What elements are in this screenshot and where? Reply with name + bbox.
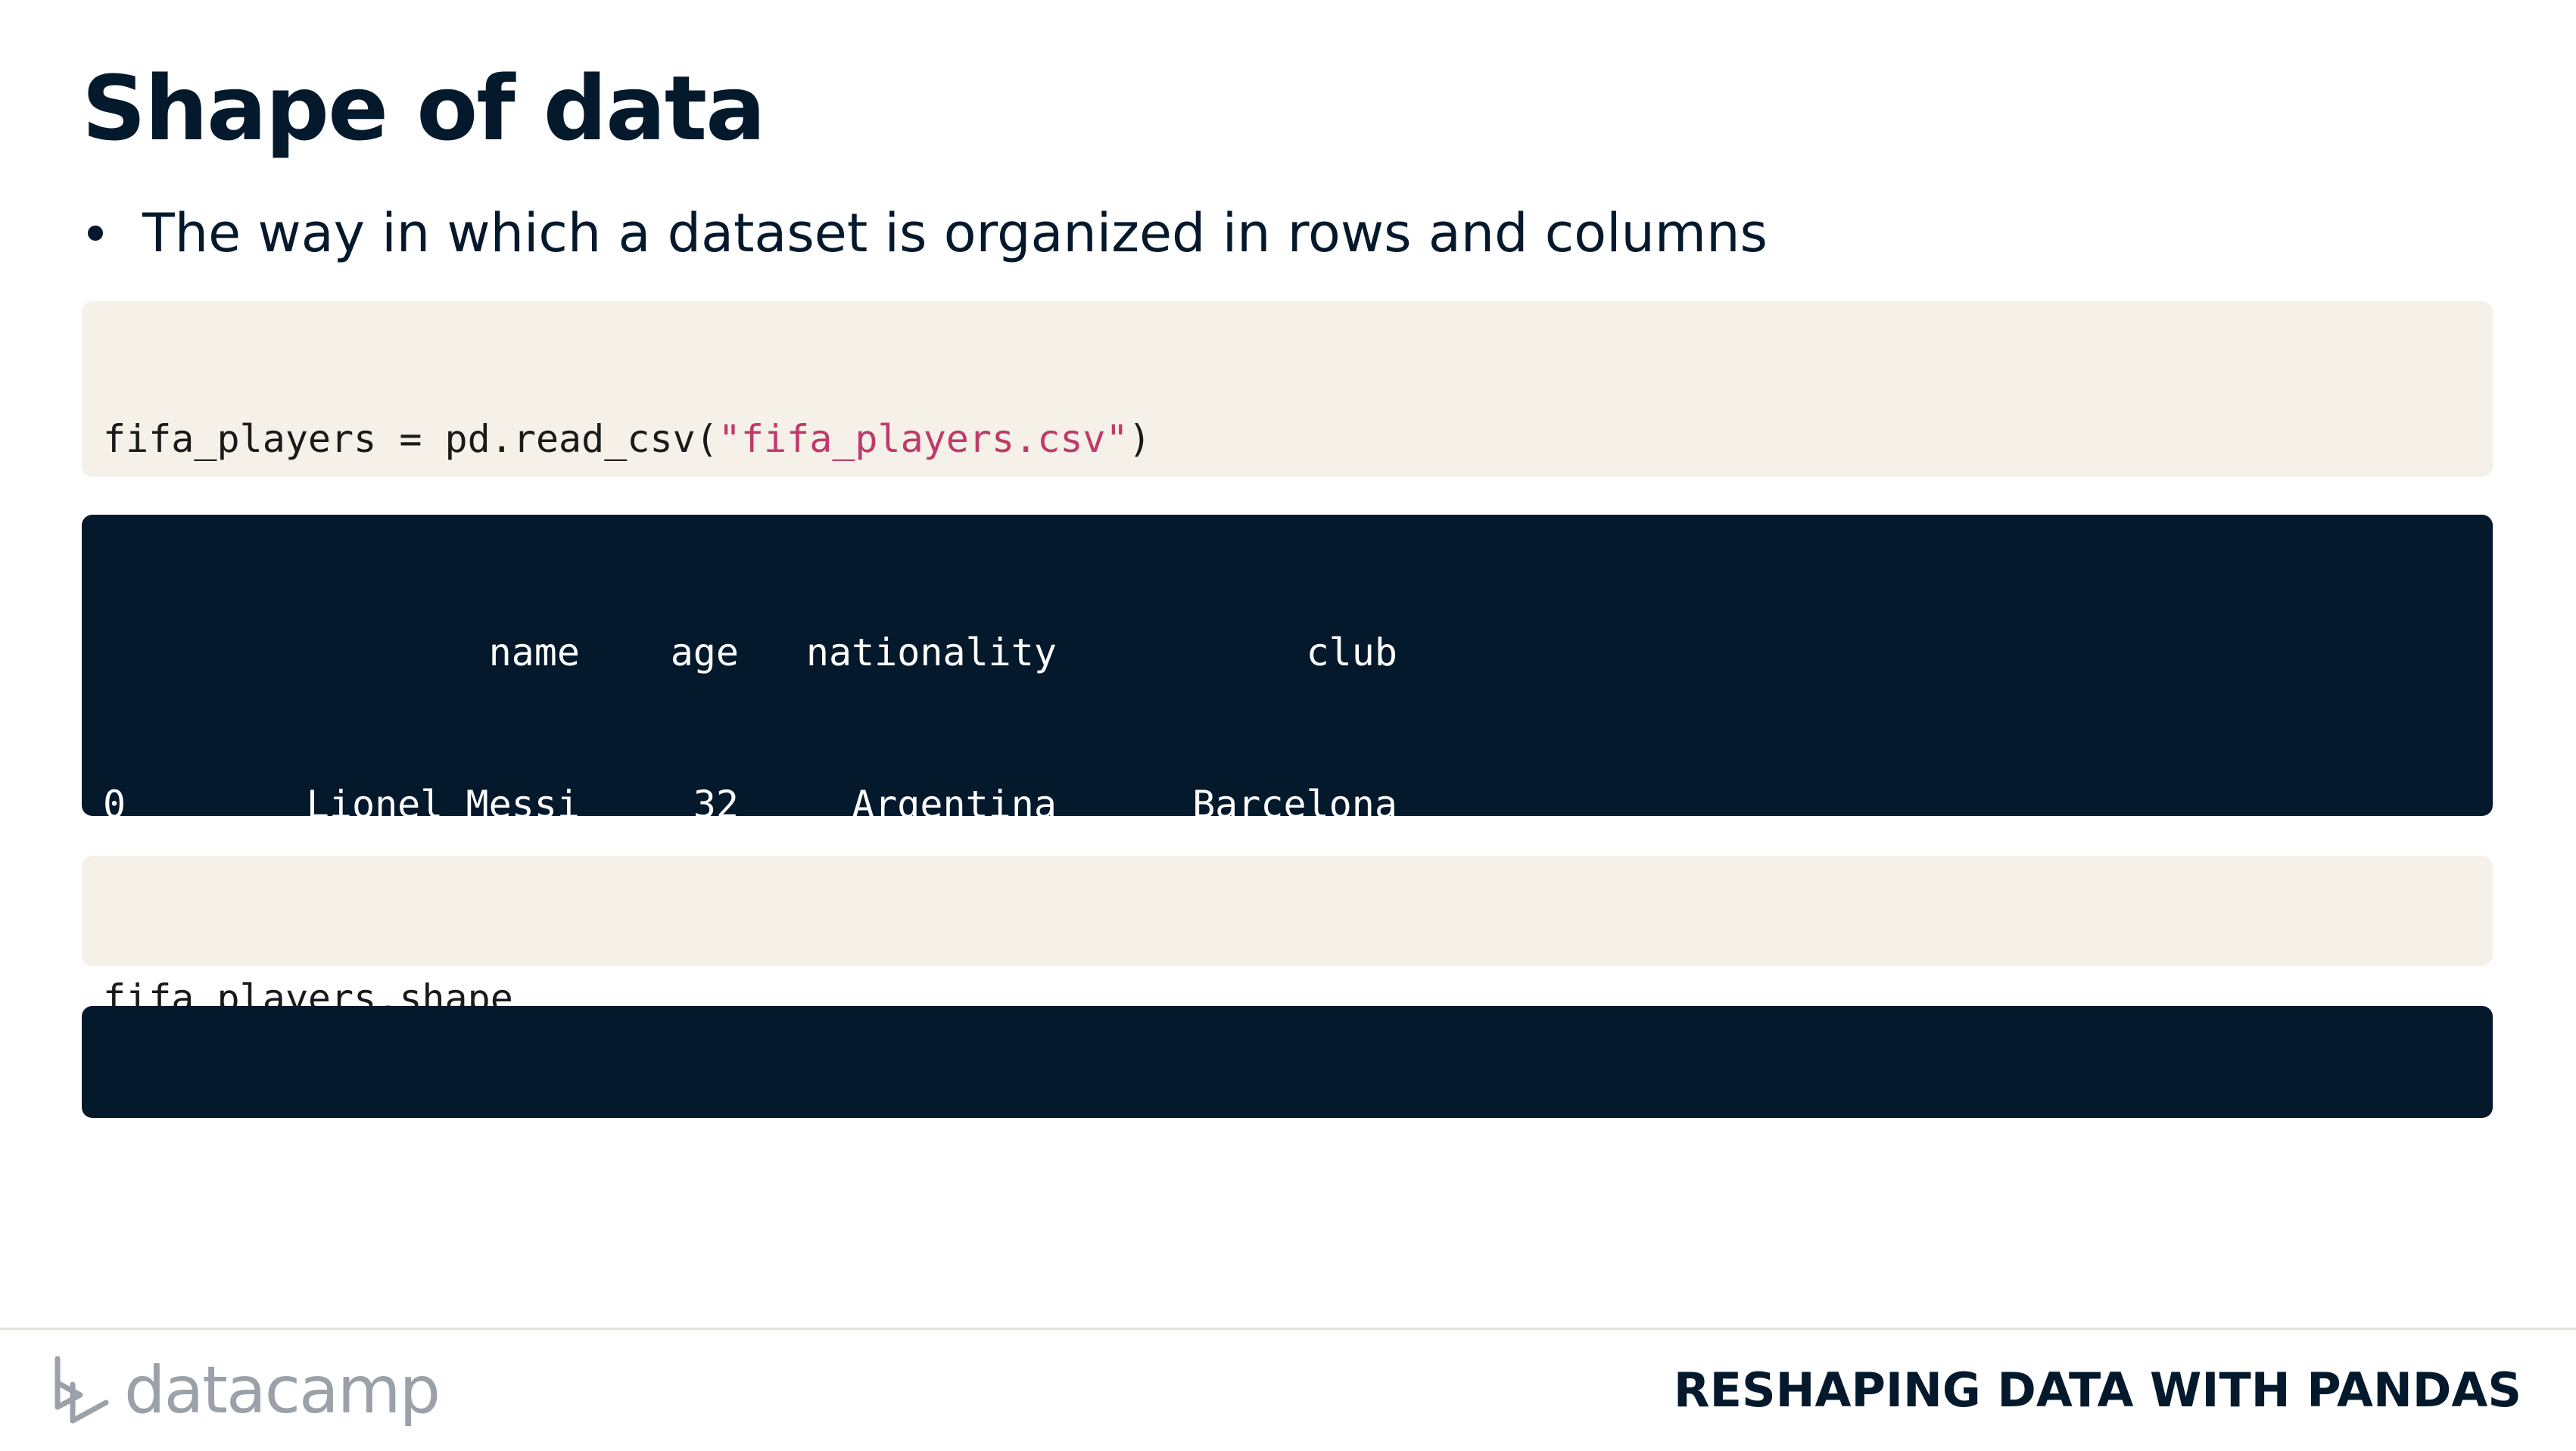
datacamp-logo: datacamp [51, 1349, 441, 1432]
footer-divider [0, 1328, 2576, 1330]
bullet-text: The way in which a dataset is organized … [142, 202, 1768, 264]
code-string-literal: "fifa_players.csv" [718, 417, 1129, 461]
cell-name: Lionel Messi [306, 783, 580, 827]
code-input-read-csv: fifa_players = pd.read_csv("fifa_players… [82, 301, 2493, 613]
bullet-item: The way in which a dataset is organized … [82, 195, 1768, 271]
code-input-shape: fifa_players.shape [82, 856, 2493, 1020]
code-token: fifa_players = pd.read_csv( [103, 417, 718, 461]
bullet-dot-icon [88, 226, 103, 241]
column-header-name: name [488, 631, 580, 674]
column-header-age: age [670, 631, 739, 674]
row-index: 0 [103, 783, 126, 827]
datacamp-logo-icon [55, 1356, 109, 1424]
logo-wordmark: datacamp [124, 1353, 441, 1428]
column-header-club: club [1306, 631, 1397, 674]
code-line-1: fifa_players = pd.read_csv("fifa_players… [103, 407, 2493, 472]
shape-output: (3, 4) [82, 1006, 2493, 1172]
table-header-row: name age nationality club [103, 621, 2493, 685]
cell-age: 32 [693, 783, 739, 827]
course-title: RESHAPING DATA WITH PANDAS [1673, 1362, 2521, 1418]
code-token: ) [1128, 417, 1151, 461]
dataframe-output: name age nationality club 0 Lionel Messi 32 Ar… [82, 515, 2493, 1131]
shape-output-text: (3, 4) [103, 1128, 240, 1172]
cell-nationality: Argentina [852, 783, 1057, 827]
table-row: 0 Lionel Messi 32 Argentina Barcelona [103, 773, 2493, 837]
slide-title: Shape of data [82, 56, 766, 160]
column-header-nationality: nationality [805, 631, 1057, 674]
cell-club: Barcelona [1192, 783, 1397, 827]
